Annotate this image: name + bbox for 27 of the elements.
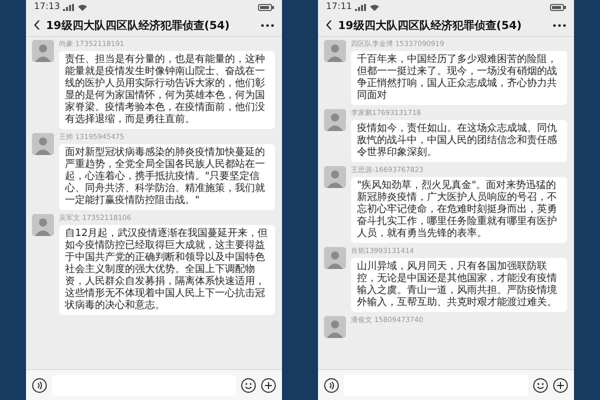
- emoji-icon[interactable]: [533, 378, 548, 392]
- plus-icon[interactable]: [553, 378, 568, 392]
- message-bubble: "疾风知劲草，烈火见真金"。面对来势迅猛的新冠肺炎疫情，广大医护人员响应的号召，不忘初心牢记使命，在危难时刻挺身而出，英勇奋斗扎实工作，哪里任务险重就有哪里有医护人员，就有勇当先锋的表率。: [351, 177, 567, 243]
- back-icon[interactable]: [326, 20, 332, 30]
- status-time: 17:11: [326, 2, 352, 12]
- chat-title: 19级四大队四区队经济犯罪侦查(54): [338, 18, 523, 32]
- plus-icon[interactable]: [261, 378, 276, 392]
- emoji-icon[interactable]: [241, 378, 256, 392]
- wifi-icon: [370, 4, 379, 10]
- message-bubble: 千百年来，中国经历了多少艰难困苦的险阻，但都一一挺过来了。现今，一场没有硝烟的战争正悄然打响，国人正众志成城，齐心协力共同面对: [351, 51, 567, 105]
- back-icon[interactable]: [34, 20, 40, 30]
- message-bubble: 山川异域，风月同天，只有各国加强联防联控，无论是中国还是其他国家，才能没有疫情输入之虞。青山一道，风雨共担。严防疫情境外输入，互帮互助、共克时艰才能渡过难关。: [351, 258, 567, 312]
- signal-icon: [354, 4, 367, 10]
- voice-icon[interactable]: [32, 378, 47, 392]
- message-bubble: 面对新型冠状病毒感染的肺炎疫情加快蔓延的严重趋势，全党全局全国各民族人民都站在一起，心连着心，携手抵抗疫情。"只要坚定信心、同舟共济、科学防治、精准施策，我们就一定能打赢疫情防控阻击战。": [59, 144, 275, 210]
- voice-icon[interactable]: [324, 378, 339, 392]
- more-icon[interactable]: [261, 24, 274, 26]
- battery-icon: [258, 4, 274, 10]
- chat-title: 19级四大队四区队经济犯罪侦查(54): [46, 18, 231, 32]
- battery-icon: [550, 4, 566, 10]
- message-bubble: 责任、担当是有分量的，也是有能量的，这种能量就是疫情发生时像钟南山院士、奋战在一线的医护人员用实际行动告诉大家的，他们彰显的是何为家国情怀，何为英雄本色，何为国家脊梁。疫情考验本色，在疫情面前，他们没有选择退缩，而是勇往直前。: [59, 51, 275, 129]
- status-time: 17:13: [34, 2, 60, 12]
- wifi-icon: [78, 4, 87, 10]
- message-bubble: 自12月起，武汉疫情逐渐在我国蔓延开来，但如今疫情防控已经取得巨大成就，这主要得益于中国共产党的正确判断和领导以及中国特色社会主义制度的强大优势。全国上下调配物资，人民群众自发募捐，隔离体系快速适用，这些情形无不体现着中国人民上下一心抗击冠状病毒的决心和意志。: [59, 225, 275, 315]
- message-bubble: 疫情如今，责任如山。在这场众志成城、同仇敌忾的战斗中，中国人民的团结信念和责任感令世界印象深刻。: [351, 120, 567, 162]
- more-icon[interactable]: [553, 24, 566, 26]
- signal-icon: [62, 4, 75, 10]
